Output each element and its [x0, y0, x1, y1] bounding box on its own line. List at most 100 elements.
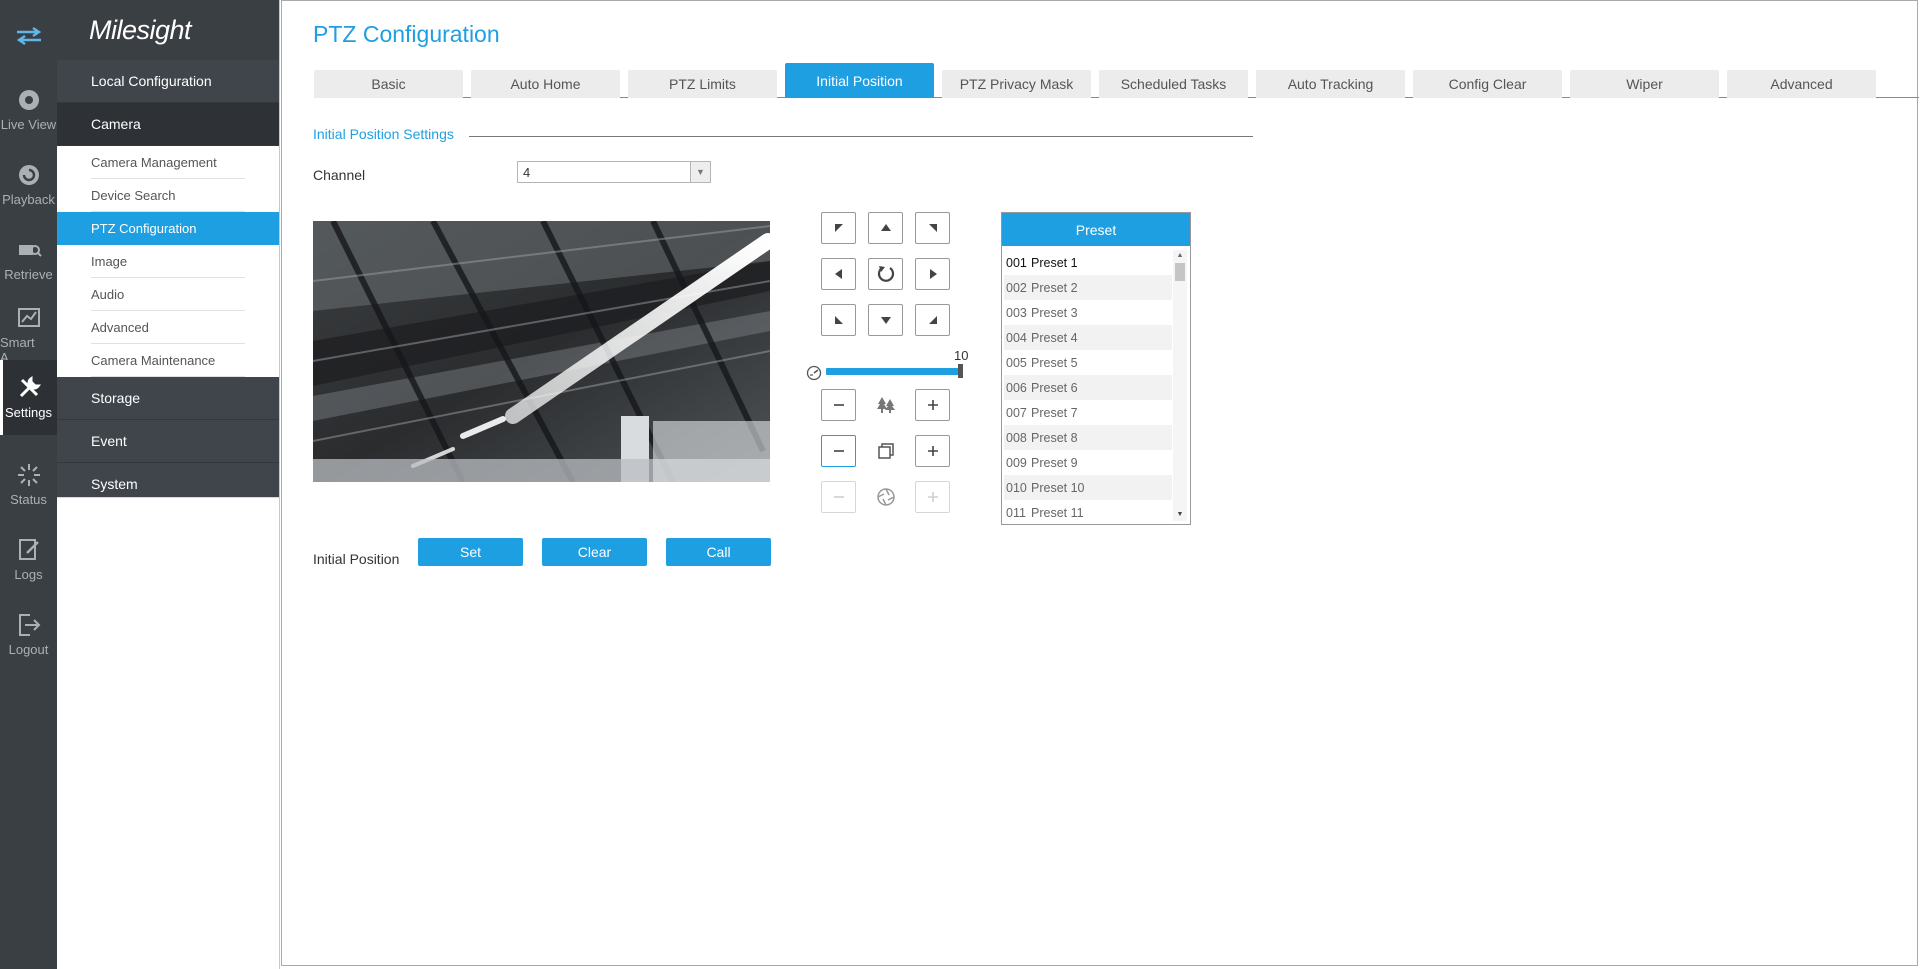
focus-near-button[interactable]	[821, 435, 856, 467]
menu-image[interactable]: Image	[57, 245, 279, 278]
arrow-up-left-icon	[834, 224, 843, 232]
focus-icon	[868, 435, 903, 467]
preset-row[interactable]: 006 Preset 6	[1004, 375, 1172, 400]
menu-local-configuration[interactable]: Local Configuration	[57, 60, 279, 103]
preset-row[interactable]: 011 Preset 11	[1004, 500, 1172, 525]
iris-open-button[interactable]	[915, 481, 950, 513]
arrow-down-icon	[880, 317, 891, 324]
minus-icon	[833, 450, 844, 452]
set-button[interactable]: Set	[418, 538, 523, 566]
rail-label: Live View	[0, 117, 57, 132]
rail-logs[interactable]: Logs	[0, 522, 57, 597]
pan-down-left-button[interactable]	[821, 304, 856, 336]
tilt-down-button[interactable]	[868, 304, 903, 336]
preset-name: Preset 9	[1031, 455, 1078, 470]
zoom-out-button[interactable]	[821, 389, 856, 421]
rail-playback[interactable]: Playback	[0, 147, 57, 222]
preset-row[interactable]: 002 Preset 2	[1004, 275, 1172, 300]
preset-row[interactable]: 007 Preset 7	[1004, 400, 1172, 425]
iris-close-button[interactable]	[821, 481, 856, 513]
preset-scrollbar[interactable]: ▲ ▼	[1173, 250, 1187, 521]
tab-auto-tracking[interactable]: Auto Tracking	[1256, 70, 1405, 98]
scroll-down-icon[interactable]: ▼	[1173, 509, 1187, 521]
speed-icon	[806, 365, 822, 381]
preset-panel: Preset 001 Preset 1 002 Preset 2 003 Preset…	[1001, 212, 1191, 525]
preset-name: Preset 1	[1031, 255, 1078, 270]
pan-down-right-button[interactable]	[915, 304, 950, 336]
preset-name: Preset 2	[1031, 280, 1078, 295]
rail-retrieve[interactable]: Retrieve	[0, 222, 57, 297]
initial-position-label: Initial Position	[313, 551, 400, 567]
pan-left-button[interactable]	[821, 258, 856, 290]
camera-preview-image	[313, 221, 770, 482]
preset-name: Preset 11	[1031, 505, 1084, 520]
menu-advanced[interactable]: Advanced	[57, 311, 279, 344]
tab-initial-position[interactable]: Initial Position	[785, 63, 934, 98]
auto-scan-button[interactable]	[868, 258, 903, 290]
menu-camera-maintenance[interactable]: Camera Maintenance	[57, 344, 279, 377]
menu-empty-area	[57, 497, 279, 969]
tab-ptz-limits[interactable]: PTZ Limits	[628, 70, 777, 98]
switch-icon[interactable]	[0, 0, 57, 72]
clear-button[interactable]: Clear	[542, 538, 647, 566]
rail-live-view[interactable]: Live View	[0, 72, 57, 147]
arrow-up-icon	[880, 224, 891, 231]
pan-right-button[interactable]	[915, 258, 950, 290]
arrow-down-right-icon	[928, 316, 937, 324]
camera-preview[interactable]	[313, 221, 770, 482]
tilt-up-button[interactable]	[868, 212, 903, 244]
tab-wiper[interactable]: Wiper	[1570, 70, 1719, 98]
main-content: PTZ Configuration Basic Auto Home PTZ Li…	[281, 0, 1919, 966]
tab-basic[interactable]: Basic	[314, 70, 463, 98]
rail-logout[interactable]: Logout	[0, 597, 57, 672]
pan-up-left-button[interactable]	[821, 212, 856, 244]
menu-ptz-configuration[interactable]: PTZ Configuration	[57, 212, 279, 245]
zoom-trees-icon	[868, 389, 903, 421]
tab-ptz-privacy-mask[interactable]: PTZ Privacy Mask	[942, 70, 1091, 98]
rail-settings[interactable]: Settings	[0, 360, 57, 435]
menu-event[interactable]: Event	[57, 420, 279, 463]
preset-row[interactable]: 004 Preset 4	[1004, 325, 1172, 350]
preset-number: 006	[1006, 380, 1027, 395]
menu-audio[interactable]: Audio	[57, 278, 279, 311]
preset-number: 002	[1006, 280, 1027, 295]
plus-icon	[927, 446, 938, 456]
channel-select[interactable]: 4 ▼	[517, 161, 711, 183]
preset-row[interactable]: 009 Preset 9	[1004, 450, 1172, 475]
rail-label: Logs	[14, 567, 43, 582]
tab-config-clear[interactable]: Config Clear	[1413, 70, 1562, 98]
preset-number: 003	[1006, 305, 1027, 320]
call-button[interactable]: Call	[666, 538, 771, 566]
focus-far-button[interactable]	[915, 435, 950, 467]
menu-camera-management[interactable]: Camera Management	[57, 146, 279, 179]
zoom-in-button[interactable]	[915, 389, 950, 421]
scroll-up-icon[interactable]: ▲	[1173, 250, 1187, 262]
tab-scheduled-tasks[interactable]: Scheduled Tasks	[1099, 70, 1248, 98]
rail-status[interactable]: Status	[0, 447, 57, 522]
preset-row[interactable]: 008 Preset 8	[1004, 425, 1172, 450]
speed-slider-handle[interactable]	[958, 364, 963, 378]
preset-row[interactable]: 005 Preset 5	[1004, 350, 1172, 375]
menu-storage[interactable]: Storage	[57, 377, 279, 420]
preset-number: 001	[1006, 255, 1027, 270]
tab-auto-home[interactable]: Auto Home	[471, 70, 620, 98]
speed-slider[interactable]	[826, 368, 962, 375]
arrow-down-left-icon	[834, 316, 843, 324]
rail-label: Settings	[5, 405, 52, 420]
preset-number: 008	[1006, 430, 1027, 445]
menu-camera[interactable]: Camera	[57, 103, 279, 146]
smart-analytics-icon	[17, 307, 40, 327]
icon-rail: Live View Playback Retrieve Smart A... S…	[0, 0, 57, 969]
playback-icon	[18, 165, 39, 185]
chevron-down-icon: ▼	[690, 162, 710, 182]
preset-row[interactable]: 001 Preset 1	[1004, 250, 1172, 275]
preset-number: 007	[1006, 405, 1027, 420]
scrollbar-thumb[interactable]	[1175, 263, 1185, 281]
preset-header[interactable]: Preset	[1002, 213, 1190, 246]
pan-up-right-button[interactable]	[915, 212, 950, 244]
channel-value: 4	[523, 164, 531, 180]
menu-device-search[interactable]: Device Search	[57, 179, 279, 212]
preset-row[interactable]: 003 Preset 3	[1004, 300, 1172, 325]
preset-row[interactable]: 010 Preset 10	[1004, 475, 1172, 500]
tab-advanced[interactable]: Advanced	[1727, 70, 1876, 98]
